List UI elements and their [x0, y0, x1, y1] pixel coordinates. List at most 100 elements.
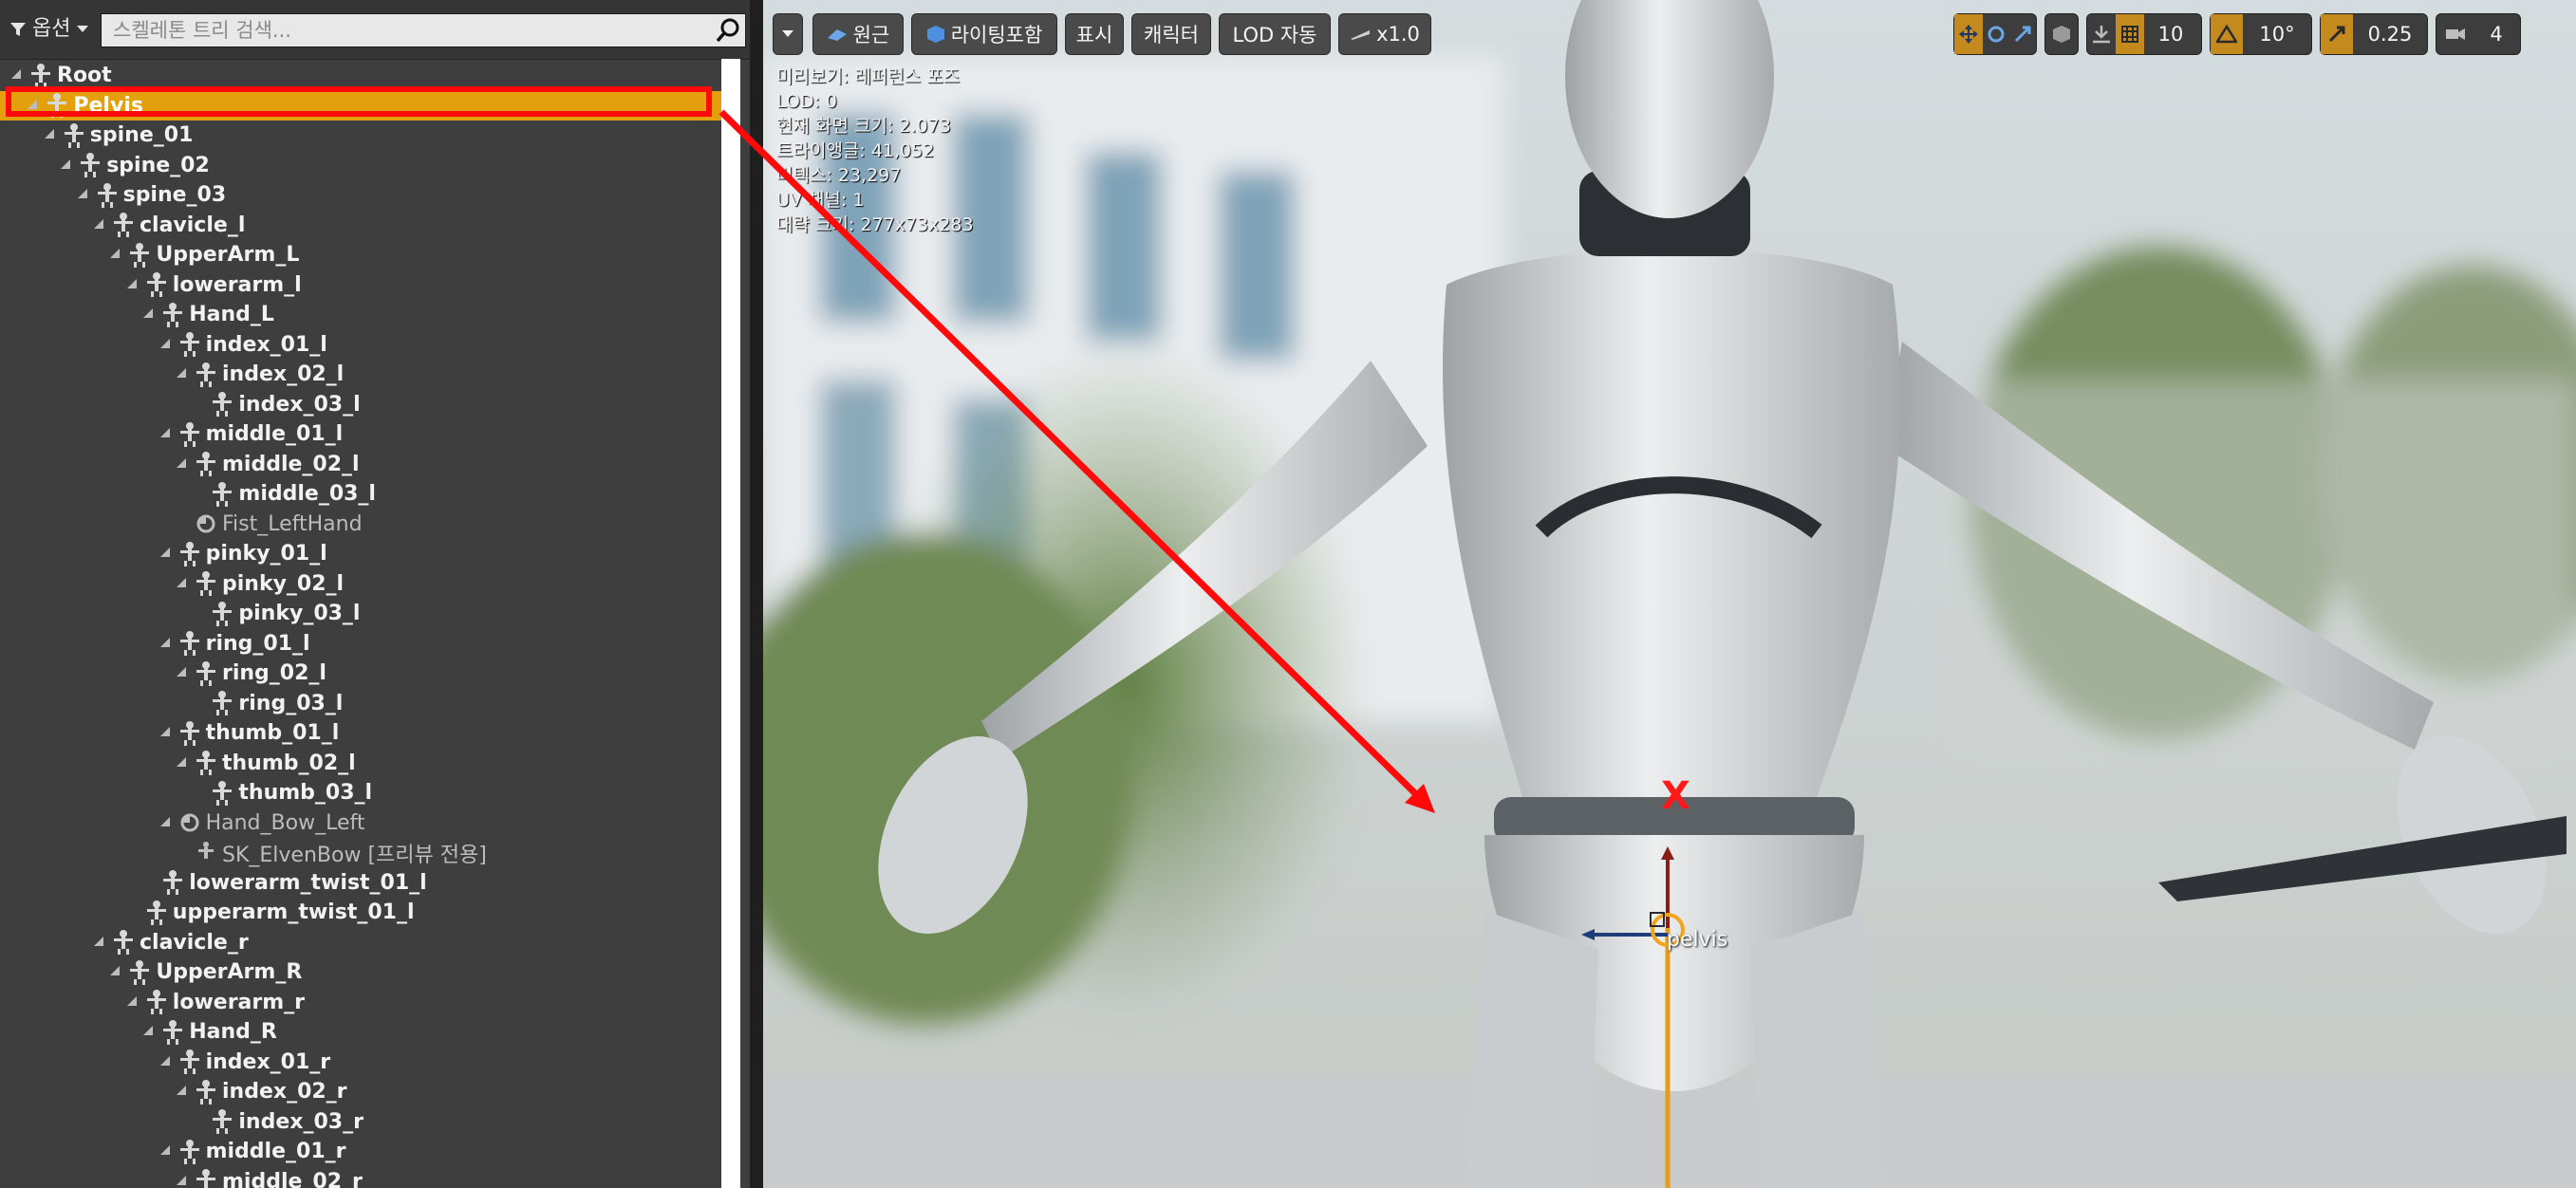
bone-icon — [213, 481, 233, 507]
expand-arrow-icon[interactable] — [175, 1167, 192, 1188]
bone-tree-row[interactable]: thumb_03_l — [0, 778, 721, 807]
expand-arrow-icon[interactable] — [175, 749, 192, 778]
search-box — [101, 13, 746, 47]
expand-arrow-icon[interactable] — [159, 629, 176, 659]
bone-tree-row[interactable]: pinky_01_l — [0, 539, 721, 568]
bone-tree-row[interactable]: lowerarm_r — [0, 988, 721, 1017]
lighting-button[interactable]: 라이팅포함 — [911, 13, 1057, 55]
bone-tree-row[interactable]: Hand_Bow_Left — [0, 808, 721, 838]
bone-tree-row[interactable]: SK_ElvenBow [프리뷰 전용] — [0, 838, 721, 867]
bone-tree-row[interactable]: index_01_r — [0, 1048, 721, 1077]
bone-tree-row[interactable]: middle_01_l — [0, 419, 721, 449]
bone-icon — [179, 332, 199, 357]
expand-arrow-icon[interactable] — [175, 450, 192, 479]
expand-arrow-icon[interactable] — [125, 270, 142, 300]
rotate-mode-button[interactable] — [1983, 14, 2009, 54]
search-icon[interactable] — [715, 17, 741, 44]
bone-icon — [196, 571, 215, 596]
expand-arrow-icon[interactable] — [108, 240, 125, 269]
panel-splitter[interactable] — [750, 0, 763, 1188]
scale-snap-value[interactable]: 0.25 — [2353, 14, 2427, 54]
expand-arrow-icon[interactable] — [59, 151, 76, 180]
expand-arrow-icon[interactable] — [92, 928, 109, 957]
bone-tree-row[interactable]: index_03_l — [0, 390, 721, 419]
bone-label: spine_03 — [122, 183, 227, 207]
bone-tree-row[interactable]: middle_02_l — [0, 450, 721, 479]
bone-tree-row[interactable]: UpperArm_L — [0, 240, 721, 269]
bone-tree-row[interactable]: thumb_01_l — [0, 718, 721, 748]
lod-button[interactable]: LOD 자동 — [1219, 13, 1331, 55]
viewport-menu-button[interactable] — [773, 13, 803, 55]
bone-tree-row[interactable]: spine_03 — [0, 180, 721, 210]
expand-arrow-icon[interactable] — [159, 808, 176, 838]
bone-tree-row[interactable]: Hand_L — [0, 300, 721, 329]
viewport[interactable]: 원근 라이팅포함 표시 캐릭터 LOD 자동 x1.0 10 10° 0.25 … — [763, 0, 2576, 1188]
bone-tree-row[interactable]: middle_02_r — [0, 1167, 721, 1188]
expand-arrow-icon[interactable] — [175, 659, 192, 688]
stat-vertices: 버텍스: 23,297 — [776, 165, 902, 186]
expand-arrow-icon[interactable] — [108, 957, 125, 987]
expand-arrow-icon[interactable] — [175, 1077, 192, 1106]
expand-arrow-icon[interactable] — [141, 300, 159, 329]
bone-tree-row[interactable]: index_01_l — [0, 330, 721, 360]
scale-snap-toggle[interactable] — [2321, 14, 2353, 54]
expand-arrow-icon[interactable] — [76, 180, 93, 210]
bone-tree-row[interactable]: middle_01_r — [0, 1137, 721, 1166]
grid-snap-group: 10 — [2086, 13, 2202, 55]
bone-tree-row[interactable]: lowerarm_l — [0, 270, 721, 300]
bone-tree-row[interactable]: ring_01_l — [0, 629, 721, 659]
bone-tree-row[interactable]: spine_01 — [0, 121, 721, 150]
expand-arrow-icon[interactable] — [175, 569, 192, 599]
options-dropdown[interactable]: 옵션 — [9, 13, 89, 46]
socket-icon — [196, 514, 215, 533]
show-button[interactable]: 표시 — [1065, 13, 1124, 55]
bone-tree-row[interactable]: spine_02 — [0, 151, 721, 180]
bone-tree-row[interactable]: clavicle_l — [0, 211, 721, 240]
character-button[interactable]: 캐릭터 — [1131, 13, 1211, 55]
bone-tree-row[interactable]: index_02_l — [0, 360, 721, 389]
bone-tree-row[interactable]: Fist_LeftHand — [0, 510, 721, 539]
grid-snap-value[interactable]: 10 — [2144, 14, 2197, 54]
bone-icon — [97, 182, 117, 208]
surface-snap-button[interactable] — [2087, 14, 2116, 54]
speed-icon — [1351, 30, 1371, 40]
bone-tree-row[interactable]: upperarm_twist_01_l — [0, 898, 721, 927]
grid-snap-toggle[interactable] — [2116, 14, 2144, 54]
expand-arrow-icon[interactable] — [175, 360, 192, 389]
bone-tree-row[interactable]: clavicle_r — [0, 928, 721, 957]
bone-tree-row[interactable]: pinky_02_l — [0, 569, 721, 599]
bone-label: middle_03_l — [238, 482, 376, 506]
bone-tree-row[interactable]: lowerarm_twist_01_l — [0, 868, 721, 898]
search-input[interactable] — [107, 14, 707, 46]
bone-tree-row[interactable]: index_02_r — [0, 1077, 721, 1106]
camera-speed-group[interactable]: 4 — [2436, 13, 2521, 55]
expand-arrow-icon[interactable] — [92, 211, 109, 240]
rotation-snap-toggle[interactable] — [2211, 14, 2243, 54]
tree-scrollbar[interactable] — [721, 59, 740, 1188]
bone-tree-row[interactable]: UpperArm_R — [0, 957, 721, 987]
bone-icon — [196, 751, 215, 775]
expand-arrow-icon[interactable] — [159, 539, 176, 568]
expand-arrow-icon[interactable] — [159, 1048, 176, 1077]
expand-arrow-icon[interactable] — [159, 419, 176, 449]
rotation-snap-value[interactable]: 10° — [2243, 14, 2311, 54]
playback-speed-button[interactable]: x1.0 — [1338, 13, 1431, 55]
expand-arrow-icon[interactable] — [43, 121, 60, 150]
expand-arrow-icon[interactable] — [125, 988, 142, 1017]
bone-tree-row[interactable]: Hand_R — [0, 1017, 721, 1047]
translate-mode-button[interactable] — [1954, 14, 1983, 54]
bone-tree-row[interactable]: middle_03_l — [0, 479, 721, 509]
coordinate-space-button[interactable] — [2044, 13, 2079, 55]
expand-arrow-icon[interactable] — [159, 718, 176, 748]
scale-mode-button[interactable] — [2009, 14, 2036, 54]
expand-arrow-icon[interactable] — [159, 1137, 176, 1166]
expand-arrow-icon[interactable] — [141, 1017, 159, 1047]
expand-arrow-icon[interactable] — [159, 330, 176, 360]
bone-tree-row[interactable]: index_03_r — [0, 1107, 721, 1137]
bone-tree-row[interactable]: ring_02_l — [0, 659, 721, 688]
bone-tree-row[interactable]: thumb_02_l — [0, 749, 721, 778]
bone-tree-row[interactable]: ring_03_l — [0, 689, 721, 718]
bone-tree-row[interactable]: pinky_03_l — [0, 599, 721, 628]
perspective-button[interactable]: 원근 — [812, 13, 904, 55]
